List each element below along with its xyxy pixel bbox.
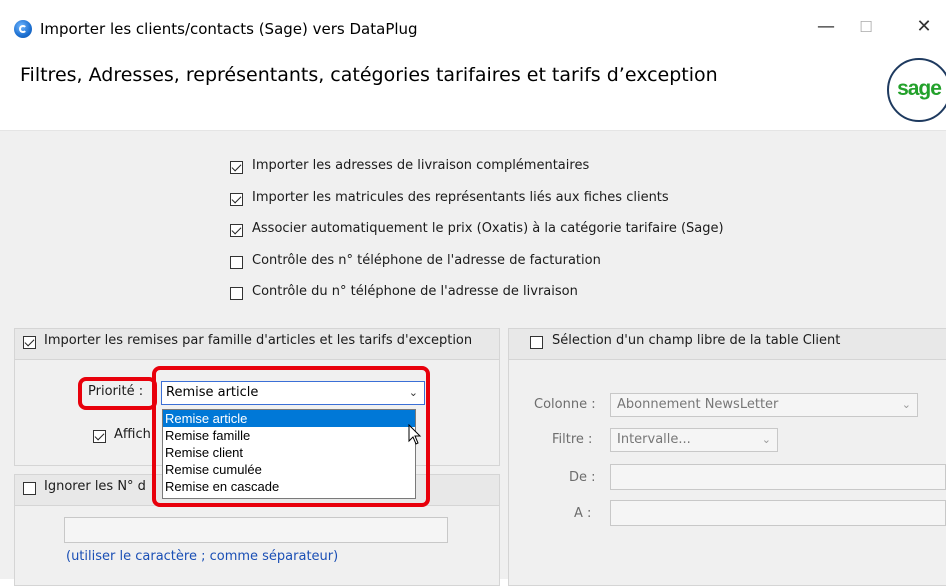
mouse-cursor-icon — [408, 424, 422, 445]
wizard-header: Filtres, Adresses, représentants, catégo… — [0, 44, 946, 131]
chevron-down-icon: ⌄ — [761, 433, 771, 446]
de-label: De : — [569, 470, 596, 485]
colonne-label: Colonne : — [534, 397, 596, 412]
option-checkbox-representants[interactable] — [230, 193, 243, 206]
title-bar: Importer les clients/contacts (Sage) ver… — [0, 0, 946, 44]
option-checkbox-tel-facturation[interactable] — [230, 256, 243, 269]
champ-libre-label[interactable]: Sélection d'un champ libre de la table C… — [552, 333, 840, 348]
colonne-select[interactable]: Abonnement NewsLetter ⌄ — [610, 393, 918, 417]
option-checkbox-adresses[interactable] — [230, 161, 243, 174]
priorite-highlight — [78, 377, 157, 410]
maximize-button[interactable]: ☐ — [846, 12, 886, 42]
remises-label[interactable]: Importer les remises par famille d'artic… — [44, 333, 472, 348]
filtre-label: Filtre : — [552, 432, 593, 447]
affich-checkbox[interactable] — [93, 430, 106, 443]
dropdown-highlight — [152, 366, 430, 507]
option-label-tel-livraison[interactable]: Contrôle du n° téléphone de l'adresse de… — [252, 284, 578, 299]
champ-libre-checkbox[interactable] — [530, 336, 543, 349]
page-title: Filtres, Adresses, représentants, catégo… — [20, 64, 718, 86]
window-title: Importer les clients/contacts (Sage) ver… — [40, 20, 418, 38]
minimize-button[interactable]: — — [806, 12, 846, 42]
option-label-tel-facturation[interactable]: Contrôle des n° téléphone de l'adresse d… — [252, 253, 601, 268]
a-label: A : — [574, 506, 592, 521]
ignorer-input[interactable] — [64, 517, 448, 543]
a-input[interactable] — [610, 500, 946, 526]
app-icon — [14, 20, 32, 38]
champ-libre-group — [508, 328, 946, 586]
de-input[interactable] — [610, 464, 946, 490]
close-button[interactable]: ✕ — [904, 12, 944, 42]
option-checkbox-tel-livraison[interactable] — [230, 287, 243, 300]
separator-hint: (utiliser le caractère ; comme séparateu… — [66, 549, 339, 564]
sage-logo: sage — [887, 58, 946, 122]
colonne-value: Abonnement NewsLetter — [617, 397, 779, 412]
option-checkbox-prix[interactable] — [230, 224, 243, 237]
option-label-prix[interactable]: Associer automatiquement le prix (Oxatis… — [252, 221, 724, 236]
ignorer-label[interactable]: Ignorer les N° d — [44, 479, 146, 494]
option-label-adresses[interactable]: Importer les adresses de livraison compl… — [252, 158, 589, 173]
filtre-value: Intervalle... — [617, 432, 691, 447]
affich-label[interactable]: Affich — [114, 427, 151, 442]
remises-checkbox[interactable] — [23, 336, 36, 349]
filtre-select[interactable]: Intervalle... ⌄ — [610, 428, 778, 452]
chevron-down-icon: ⌄ — [901, 398, 911, 411]
ignorer-checkbox[interactable] — [23, 482, 36, 495]
option-label-representants[interactable]: Importer les matricules des représentant… — [252, 190, 669, 205]
